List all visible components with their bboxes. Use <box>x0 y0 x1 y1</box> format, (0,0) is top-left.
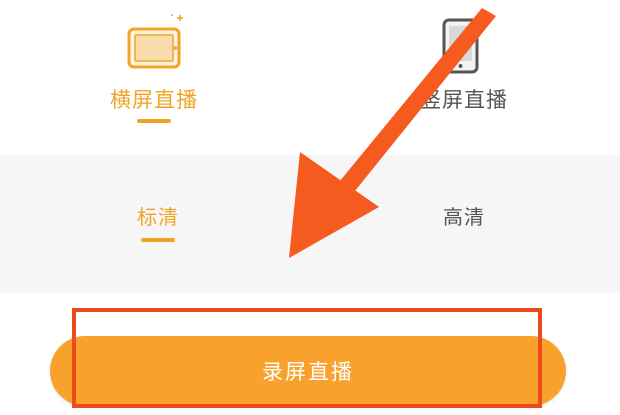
quality-selector: 标清 高清 <box>0 155 620 293</box>
quality-sd-option[interactable]: 标清 <box>98 201 218 251</box>
start-screen-live-button[interactable]: 录屏直播 <box>50 336 566 406</box>
live-mode-selector: 横屏直播 竖屏直播 <box>0 0 620 155</box>
portrait-live-label: 竖屏直播 <box>420 88 508 112</box>
quality-hd-label: 高清 <box>443 205 485 229</box>
portrait-phone-icon <box>442 16 487 74</box>
landscape-live-label: 横屏直播 <box>110 88 198 112</box>
landscape-live-option[interactable]: 横屏直播 <box>74 0 234 150</box>
selected-indicator <box>137 119 171 123</box>
portrait-live-option[interactable]: 竖屏直播 <box>384 0 544 150</box>
landscape-phone-icon <box>127 14 183 69</box>
start-screen-live-label: 录屏直播 <box>262 360 354 384</box>
quality-sd-label: 标清 <box>137 205 179 229</box>
selected-indicator <box>141 238 175 242</box>
quality-hd-option[interactable]: 高清 <box>404 201 524 251</box>
